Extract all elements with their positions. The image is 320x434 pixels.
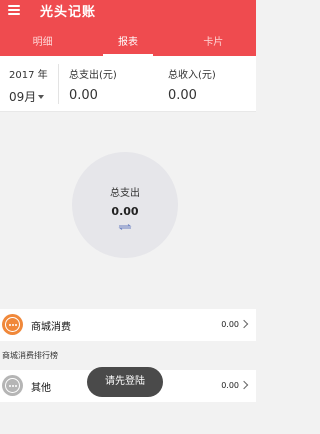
total-expense-label: 总支出(元) <box>69 70 117 81</box>
category-name: 其他 <box>31 383 51 394</box>
dropdown-caret-icon <box>38 95 45 99</box>
month-label: 09月 <box>9 90 37 104</box>
app-title: 光头记账 <box>40 5 97 20</box>
expense-pie-chart[interactable]: 总支出 0.00 <box>72 152 178 258</box>
category-amount: 0.00 <box>221 320 239 329</box>
category-name: 商城消费 <box>31 322 71 333</box>
tab-bar: 明细 报表 卡片 <box>0 30 256 56</box>
month-selector[interactable]: 09月 <box>9 88 45 105</box>
category-row-mall[interactable]: 商城消费 0.00 <box>0 309 256 341</box>
swap-arrows-icon[interactable] <box>118 224 132 230</box>
category-amount: 0.00 <box>221 381 239 390</box>
total-income-label: 总收入(元) <box>168 70 216 81</box>
ranking-title: 商城消费排行榜 <box>2 351 58 360</box>
tab-details[interactable]: 明细 <box>0 30 85 56</box>
chevron-right-icon <box>239 380 249 390</box>
total-income-value: 0.00 <box>168 88 197 103</box>
menu-icon[interactable] <box>8 5 20 15</box>
more-dots-icon <box>2 314 23 335</box>
chevron-right-icon <box>239 319 249 329</box>
login-toast: 请先登陆 <box>87 367 163 397</box>
divider <box>58 64 59 104</box>
chart-center-value: 0.00 <box>111 205 139 218</box>
year-label: 2017 年 <box>9 70 48 81</box>
chart-center-label: 总支出 <box>110 188 140 199</box>
app-header: 光头记账 明细 报表 卡片 <box>0 0 256 56</box>
more-dots-icon <box>2 375 23 396</box>
total-expense-value: 0.00 <box>69 88 98 103</box>
tab-cards[interactable]: 卡片 <box>171 30 256 56</box>
tab-reports[interactable]: 报表 <box>85 30 170 56</box>
summary-panel: 2017 年 09月 总支出(元) 0.00 总收入(元) 0.00 <box>0 56 256 112</box>
